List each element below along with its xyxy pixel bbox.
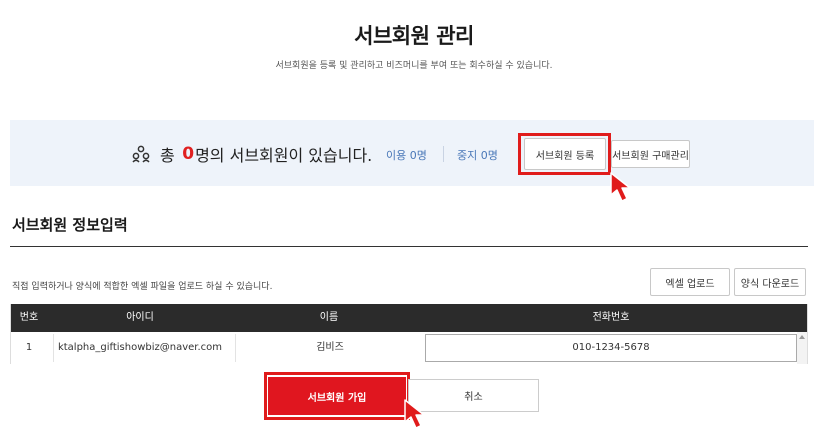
pointer-arrow-icon xyxy=(610,172,631,202)
column-header-phone: 전화번호 xyxy=(592,312,630,323)
helper-text: 직접 입력하거나 양식에 적합한 엑셀 파일을 업로드 하실 수 있습니다. xyxy=(12,282,273,292)
member-table: 번호 아이디 이름 전화번호 1 ktalpha_giftishowbiz@na… xyxy=(10,304,808,364)
section-title: 서브회원 정보입력 xyxy=(12,216,128,234)
stat-divider xyxy=(443,146,444,162)
row-id[interactable]: ktalpha_giftishowbiz@naver.com xyxy=(51,332,229,364)
table-scrollbar[interactable] xyxy=(797,332,807,364)
section-divider xyxy=(10,246,808,247)
column-header-no: 번호 xyxy=(19,312,39,323)
row-name[interactable]: 김비즈 xyxy=(235,332,425,364)
sub-member-purchase-button[interactable]: 서브회원 구매관리 xyxy=(611,140,690,168)
scroll-up-icon[interactable] xyxy=(799,335,805,339)
page-title: 서브회원 관리 xyxy=(354,24,474,48)
register-highlight xyxy=(518,133,611,175)
excel-upload-button[interactable]: 엑셀 업로드 xyxy=(650,268,730,296)
template-download-button[interactable]: 양식 다운로드 xyxy=(734,268,806,296)
table-row: 1 ktalpha_giftishowbiz@naver.com 김비즈 010… xyxy=(11,332,807,364)
page-subtitle: 서브회원을 등록 및 관리하고 비즈머니를 부여 또는 회수하실 수 있습니다. xyxy=(275,61,553,71)
member-count: 0 xyxy=(182,144,195,164)
table-header: 번호 아이디 이름 전화번호 xyxy=(11,304,807,332)
phone-input[interactable]: 010-1234-5678 xyxy=(425,334,797,362)
summary-text: 총 0 명의 서브회원이 있습니다. xyxy=(132,143,372,165)
summary-prefix: 총 xyxy=(160,146,175,165)
summary-suffix: 명의 서브회원이 있습니다. xyxy=(195,146,373,165)
people-icon xyxy=(132,145,150,163)
column-header-name: 이름 xyxy=(319,312,339,323)
column-header-id: 아이디 xyxy=(126,312,154,323)
sub-member-signup-button[interactable]: 서브회원 가입 xyxy=(268,377,406,415)
row-number: 1 xyxy=(25,342,33,353)
pointer-arrow-icon xyxy=(404,399,425,429)
active-count: 이용 0명 xyxy=(386,149,427,162)
suspended-count: 중지 0명 xyxy=(457,149,498,162)
